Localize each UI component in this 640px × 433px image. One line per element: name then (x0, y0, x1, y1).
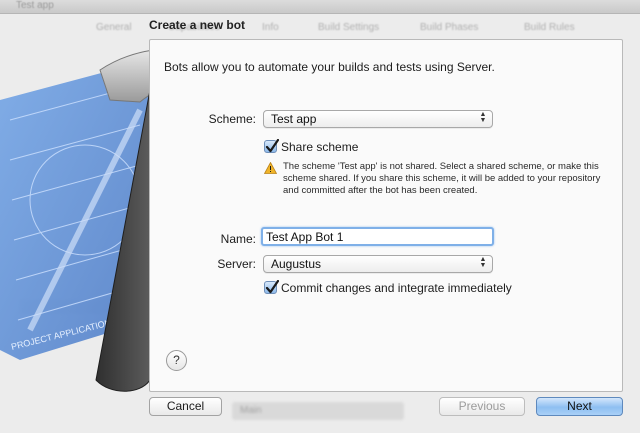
share-scheme-checkbox[interactable] (264, 139, 279, 153)
background-tab: Build Phases (420, 22, 479, 33)
checkmark-icon (265, 280, 279, 294)
create-bot-sheet: Bots allow you to automate your builds a… (149, 39, 623, 392)
background-titlebar: Test app (0, 0, 640, 14)
name-label: Name: (220, 232, 256, 246)
previous-button[interactable]: Previous (439, 397, 525, 416)
intro-text: Bots allow you to automate your builds a… (164, 60, 495, 74)
warning-message: The scheme 'Test app' is not shared. Sel… (283, 161, 601, 196)
bot-name-field[interactable] (261, 227, 494, 246)
sheet-title: Create a new bot (149, 18, 246, 32)
popup-arrows-icon: ▲ ▼ (479, 256, 487, 269)
commit-integrate-checkbox[interactable] (264, 280, 279, 294)
background-tab: Build Rules (524, 22, 575, 33)
scheme-label: Scheme: (208, 112, 256, 126)
share-scheme-label: Share scheme (281, 140, 359, 154)
server-popup[interactable]: Augustus ▲ ▼ (263, 255, 493, 273)
next-button[interactable]: Next (536, 397, 623, 416)
scheme-value: Test app (271, 112, 317, 126)
bot-name-input[interactable] (266, 230, 486, 244)
background-window-title: Test app (16, 0, 54, 11)
cancel-button[interactable]: Cancel (149, 397, 222, 416)
checkmark-icon (265, 139, 279, 153)
commit-integrate-label: Commit changes and integrate immediately (281, 281, 512, 295)
help-button[interactable]: ? (166, 350, 187, 371)
warning-triangle-icon (264, 162, 277, 174)
scheme-popup[interactable]: Test app ▲ ▼ (263, 110, 493, 128)
server-label: Server: (217, 257, 256, 271)
server-value: Augustus (271, 257, 322, 271)
popup-arrows-icon: ▲ ▼ (479, 111, 487, 124)
background-tab: Build Settings (318, 22, 380, 33)
